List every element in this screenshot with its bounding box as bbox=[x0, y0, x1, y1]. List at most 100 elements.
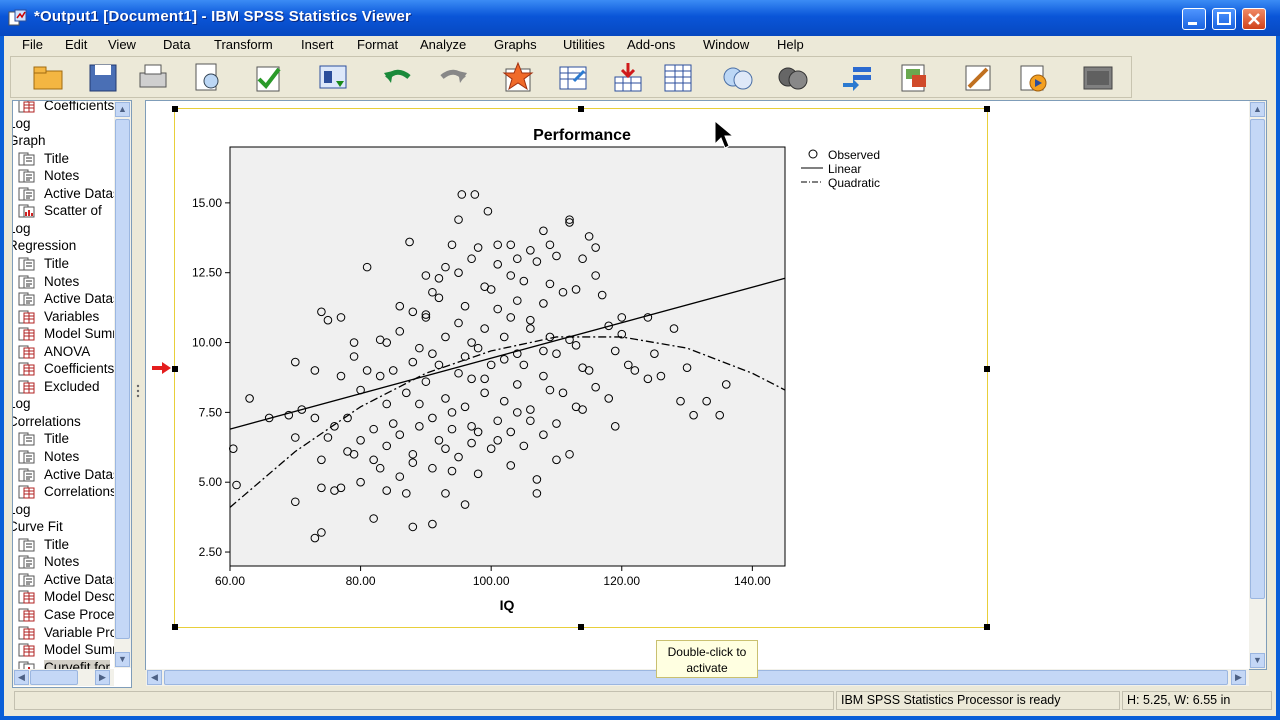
goto-data-button[interactable] bbox=[501, 61, 535, 95]
scroll-left-arrow-icon[interactable]: ◀ bbox=[147, 670, 162, 685]
print-icon bbox=[139, 64, 167, 88]
menu-insert[interactable]: Insert bbox=[301, 37, 334, 52]
outline-item-label: Correlations bbox=[44, 484, 117, 500]
export-button[interactable] bbox=[251, 61, 285, 95]
y-tick-label: 12.50 bbox=[192, 266, 222, 280]
save-button[interactable] bbox=[86, 61, 120, 95]
table-item-icon bbox=[18, 380, 35, 394]
activate-tooltip: Double-click to activate bbox=[656, 640, 758, 678]
save-icon bbox=[89, 64, 117, 92]
selected-item-arrow-icon bbox=[152, 362, 171, 374]
print-preview-button[interactable] bbox=[191, 61, 225, 95]
scroll-right-arrow-icon[interactable]: ▶ bbox=[1231, 670, 1246, 685]
variables-button[interactable] bbox=[611, 61, 645, 95]
hide-button[interactable] bbox=[776, 61, 810, 95]
close-button[interactable] bbox=[1242, 8, 1266, 30]
content-scroll-thumb[interactable] bbox=[1250, 119, 1265, 599]
show-button[interactable] bbox=[721, 61, 755, 95]
chart-item-icon bbox=[18, 204, 35, 218]
chart-object[interactable]: 60.00 80.00 100.00 120.00 140.00 2.50 5.00 7.50… bbox=[172, 106, 990, 630]
menu-graphs[interactable]: Graphs bbox=[494, 37, 537, 52]
menu-addons[interactable]: Add-ons bbox=[627, 37, 675, 52]
scroll-left-arrow-icon[interactable]: ◀ bbox=[14, 670, 29, 685]
legend-observed-marker bbox=[808, 149, 818, 159]
legend-quadratic: Quadratic bbox=[828, 176, 880, 190]
outline-item-label: Title bbox=[44, 150, 70, 166]
outline-item-label: Regression bbox=[12, 238, 77, 254]
window-title: *Output1 [Document1] - IBM SPSS Statisti… bbox=[34, 8, 412, 25]
table-item-icon bbox=[18, 101, 35, 113]
outline-item-label: Curve Fit bbox=[12, 519, 63, 535]
pane-splitter-grip[interactable] bbox=[134, 383, 142, 403]
menu-file[interactable]: File bbox=[22, 37, 43, 52]
insert-output-icon bbox=[664, 64, 692, 92]
menu-edit[interactable]: Edit bbox=[65, 37, 87, 52]
content-vertical-scrollbar[interactable]: ▲ ▼ bbox=[1249, 101, 1266, 669]
y-tick-label: 7.50 bbox=[199, 405, 223, 419]
scroll-down-arrow-icon[interactable]: ▼ bbox=[115, 652, 130, 667]
promote-button[interactable] bbox=[841, 61, 875, 95]
y-tick-label: 2.50 bbox=[199, 545, 223, 559]
notes-item-icon bbox=[18, 292, 35, 306]
spss-viewer-icon[interactable] bbox=[8, 9, 28, 27]
maximize-button[interactable] bbox=[1212, 8, 1236, 30]
open-button[interactable] bbox=[31, 61, 65, 95]
outline-item-label: Log bbox=[13, 501, 31, 517]
menu-window[interactable]: Window bbox=[703, 37, 749, 52]
redo-button[interactable] bbox=[436, 61, 470, 95]
undo-button[interactable] bbox=[381, 61, 415, 95]
notes-item-icon bbox=[18, 450, 35, 464]
y-tick-label: 5.00 bbox=[199, 475, 223, 489]
insert-output-button[interactable] bbox=[661, 61, 695, 95]
designate-window-button[interactable] bbox=[1081, 61, 1115, 95]
menu-format[interactable]: Format bbox=[357, 37, 398, 52]
recall-dialog-button[interactable] bbox=[316, 61, 350, 95]
outline-hscroll-thumb[interactable] bbox=[30, 670, 78, 685]
menu-view[interactable]: View bbox=[108, 37, 136, 52]
status-bar: IBM SPSS Statistics Processor is ready H… bbox=[4, 690, 1276, 712]
dimension-status: H: 5.25, W: 6.55 in bbox=[1122, 691, 1272, 710]
notes-item-icon bbox=[18, 169, 35, 183]
outline-item-label: Log bbox=[13, 115, 31, 131]
outline-scroll-thumb[interactable] bbox=[115, 119, 130, 639]
x-axis-label: IQ bbox=[500, 597, 515, 613]
outline-item-label: Title bbox=[44, 255, 70, 271]
tooltip-text: Double-click to activate bbox=[667, 645, 747, 675]
title-item-icon bbox=[18, 432, 35, 446]
open-icon bbox=[33, 66, 63, 90]
demote-button[interactable] bbox=[896, 61, 930, 95]
x-tick-label: 140.00 bbox=[734, 574, 771, 588]
legend-observed: Observed bbox=[828, 148, 880, 162]
table-item-icon bbox=[18, 345, 35, 359]
minimize-button[interactable] bbox=[1182, 8, 1206, 30]
print-button[interactable] bbox=[136, 61, 170, 95]
menu-data[interactable]: Data bbox=[163, 37, 190, 52]
table-item-icon bbox=[18, 590, 35, 604]
outline-horizontal-scrollbar[interactable]: ◀ ▶ bbox=[13, 669, 114, 686]
table-item-icon bbox=[18, 327, 35, 341]
outline-vertical-scrollbar[interactable]: ▲ ▼ bbox=[114, 101, 131, 668]
table-item-icon bbox=[18, 608, 35, 622]
close-icon bbox=[1248, 13, 1260, 25]
processor-status: IBM SPSS Statistics Processor is ready bbox=[836, 691, 1120, 710]
scroll-up-arrow-icon[interactable]: ▲ bbox=[115, 102, 130, 117]
menu-analyze[interactable]: Analyze bbox=[420, 37, 466, 52]
table-item-icon bbox=[18, 310, 35, 324]
x-tick-label: 100.00 bbox=[473, 574, 510, 588]
insert-heading-button[interactable] bbox=[961, 61, 995, 95]
insert-text-button[interactable] bbox=[1016, 61, 1050, 95]
scroll-up-arrow-icon[interactable]: ▲ bbox=[1250, 102, 1265, 117]
insert-text-icon bbox=[1020, 65, 1047, 92]
outline-item-label: Notes bbox=[44, 273, 80, 289]
menu-transform[interactable]: Transform bbox=[214, 37, 273, 52]
outline-item-label: Coefficients bbox=[44, 100, 115, 113]
y-tick-label: 10.00 bbox=[192, 336, 222, 350]
scroll-right-arrow-icon[interactable]: ▶ bbox=[95, 670, 110, 685]
menu-help[interactable]: Help bbox=[777, 37, 804, 52]
outline-item-label: Graph bbox=[13, 133, 46, 149]
scroll-down-arrow-icon[interactable]: ▼ bbox=[1250, 653, 1265, 668]
insert-heading-icon bbox=[965, 65, 991, 91]
menu-utilities[interactable]: Utilities bbox=[563, 37, 605, 52]
outline-item-label: Title bbox=[44, 536, 70, 552]
goto-case-button[interactable] bbox=[556, 61, 590, 95]
